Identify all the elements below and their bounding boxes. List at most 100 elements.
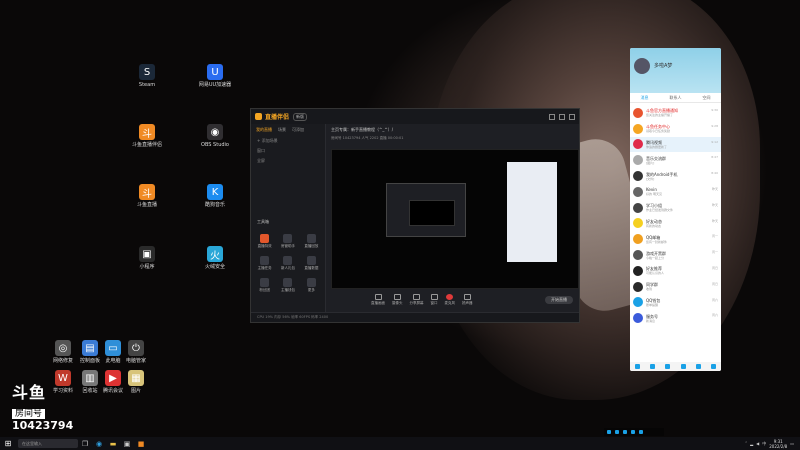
- mail-icon[interactable]: [710, 364, 716, 369]
- app-icon[interactable]: [680, 364, 686, 369]
- mini-program-icon: ▣: [139, 246, 155, 262]
- tab-contacts[interactable]: 联系人: [670, 95, 682, 101]
- tray-icon[interactable]: [639, 430, 643, 434]
- stream-preview[interactable]: [331, 149, 579, 289]
- desktop-icon-steam[interactable]: S Steam: [120, 64, 174, 88]
- scene-item-window[interactable]: 窗口: [251, 146, 325, 156]
- clock[interactable]: 9:31 2022/2/8: [769, 439, 787, 449]
- menu-icon[interactable]: [635, 364, 641, 369]
- tool-icon: [260, 256, 270, 265]
- tool-icon: [260, 278, 270, 287]
- source-button[interactable]: 扬声器: [462, 294, 473, 306]
- source-button[interactable]: 麦克风: [445, 294, 455, 306]
- list-item[interactable]: 斗鱼官方直播通知 您关注的主播开播了 9:30: [630, 105, 721, 121]
- store-icon[interactable]: ▣: [120, 437, 134, 450]
- list-item[interactable]: 游戏开黑群 今晚一起上分 周一: [630, 247, 721, 263]
- room-title[interactable]: 主页专属：新手直播教程（^_^）/: [331, 127, 574, 133]
- task-view-icon[interactable]: ❐: [78, 437, 92, 450]
- desktop-icon-douyu-live[interactable]: 斗斗鱼直播: [120, 184, 174, 208]
- add-icon[interactable]: [665, 364, 671, 369]
- tray-overflow: [604, 428, 664, 436]
- tool-icon: [283, 234, 293, 243]
- network-icon[interactable]: ▂: [750, 441, 753, 446]
- streaming-app-window[interactable]: 直播伴侣 新版 我的直播 场景 可添加 + 添加场景 窗口 全屏 工具箱 直播特…: [250, 108, 580, 323]
- list-item[interactable]: 音乐交流群 [图片] 8:47: [630, 152, 721, 168]
- desktop-icon-mini-program[interactable]: ▣ 小程序: [120, 246, 174, 270]
- tool-item[interactable]: 直播回放: [301, 234, 322, 249]
- tray-icon[interactable]: [623, 430, 627, 434]
- avatar: [633, 281, 643, 292]
- tool-item[interactable]: 直播特效: [254, 234, 275, 249]
- tool-item[interactable]: 直播数据: [301, 256, 322, 271]
- close-icon[interactable]: [569, 113, 575, 120]
- app-titlebar[interactable]: 直播伴侣 新版: [251, 109, 579, 124]
- notification-icon[interactable]: ▭: [790, 441, 794, 446]
- avatar: [633, 250, 643, 261]
- tray-icon[interactable]: [615, 430, 619, 434]
- start-live-button[interactable]: 开始直播: [545, 296, 573, 304]
- maximize-icon[interactable]: [559, 113, 565, 120]
- source-button[interactable]: 窗口: [430, 294, 438, 306]
- tool-label: 粉丝团: [259, 288, 270, 292]
- tool-item[interactable]: 主播钱包: [277, 278, 298, 293]
- desktop-icon-label: 网络修复: [52, 358, 73, 364]
- chevron-up-icon[interactable]: ˄: [745, 441, 747, 446]
- list-item[interactable]: 学习小组 作业已经发到群文件 昨天: [630, 200, 721, 216]
- ime-indicator[interactable]: 中: [762, 441, 766, 447]
- add-scene-button[interactable]: + 添加场景: [251, 136, 325, 146]
- tab-addable[interactable]: 可添加: [292, 127, 304, 133]
- folder-icon[interactable]: [695, 364, 701, 369]
- tab-my-live[interactable]: 我的直播: [256, 127, 272, 133]
- tool-item[interactable]: 房管助手: [277, 234, 298, 249]
- tool-item[interactable]: 主播任务: [254, 256, 275, 271]
- windows-start-icon[interactable]: ⊞: [0, 437, 16, 450]
- list-item[interactable]: 我的Android手机 [文件] 8:40: [630, 168, 721, 184]
- tool-icon: [306, 256, 316, 265]
- desktop-icon-label: 网易UU加速器: [198, 82, 232, 88]
- tab-scene[interactable]: 场景: [278, 127, 286, 133]
- desktop-icon-pc-manager[interactable]: ⏻ 电脑管家: [123, 340, 149, 364]
- tencent-meeting-icon: ▶: [105, 370, 121, 386]
- list-item[interactable]: 斗鱼任务中心 领取今日任务奖励 9:28: [630, 121, 721, 137]
- douyu-icon[interactable]: ■: [134, 437, 148, 450]
- tool-item[interactable]: 新人礼包: [277, 256, 298, 271]
- list-item[interactable]: 好友动态 有新的动态 昨天: [630, 216, 721, 232]
- list-item[interactable]: 同学群 收到 周日: [630, 279, 721, 295]
- taskbar-search-input[interactable]: 在这里输入: [18, 439, 78, 448]
- desktop-icon-kugou-music[interactable]: K 酷狗音乐: [188, 184, 242, 208]
- desktop-icon-network-repair[interactable]: ◎ 网络修复: [50, 340, 76, 364]
- desktop-icon-uu-booster[interactable]: U 网易UU加速器: [188, 64, 242, 88]
- edge-icon[interactable]: ◉: [92, 437, 106, 450]
- list-item[interactable]: QQ钱包 账单提醒 周六: [630, 295, 721, 311]
- douyu-watermark: 斗鱼 房间号 10423794: [12, 385, 73, 432]
- source-button[interactable]: 直播画面: [371, 294, 385, 306]
- list-item[interactable]: 腾讯视频 你追的剧更新了 9:12: [630, 136, 721, 153]
- source-button[interactable]: 分享屏幕: [410, 294, 424, 306]
- explorer-icon[interactable]: ▬: [106, 437, 120, 450]
- list-item[interactable]: 服务号 新消息 周六: [630, 310, 721, 326]
- list-item[interactable]: QQ邮箱 您有一封新邮件 周一: [630, 231, 721, 247]
- desktop-icon-obs-studio[interactable]: ◉ OBS Studio: [188, 124, 242, 148]
- qq-chat-panel[interactable]: 多啦A梦 消息 联系人 空间 斗鱼官方直播通知 您关注的主播开播了 9:30 斗鱼任务…: [630, 48, 721, 371]
- scene-item-fullscreen[interactable]: 全屏: [251, 156, 325, 166]
- chat-username[interactable]: 多啦A梦: [654, 62, 672, 69]
- desktop-icon-label: 斗鱼直播伴侣: [131, 142, 162, 148]
- tray-icon[interactable]: [607, 430, 611, 434]
- desktop-icon-pictures[interactable]: ▦ 图片: [123, 370, 149, 394]
- minimize-icon[interactable]: [549, 113, 555, 120]
- tool-item[interactable]: 更多: [301, 278, 322, 293]
- group-icon[interactable]: [650, 364, 656, 369]
- tool-icon: [306, 278, 316, 287]
- tool-item[interactable]: 粉丝团: [254, 278, 275, 293]
- list-item[interactable]: Kevin 好的 明天见 昨天: [630, 184, 721, 200]
- source-button[interactable]: 摄像头: [392, 294, 403, 306]
- tab-messages[interactable]: 消息: [641, 95, 649, 101]
- list-item[interactable]: 好友推荐 可能认识的人 周日: [630, 263, 721, 279]
- volume-icon[interactable]: ◀: [756, 441, 759, 446]
- avatar[interactable]: [634, 58, 650, 74]
- app-version-badge[interactable]: 新版: [293, 112, 308, 121]
- tab-space[interactable]: 空间: [703, 95, 711, 101]
- tray-icon[interactable]: [631, 430, 635, 434]
- desktop-icon-douyu-companion[interactable]: 斗斗鱼直播伴侣: [120, 124, 174, 148]
- desktop-icon-huorong[interactable]: 火火绒安全: [188, 246, 242, 270]
